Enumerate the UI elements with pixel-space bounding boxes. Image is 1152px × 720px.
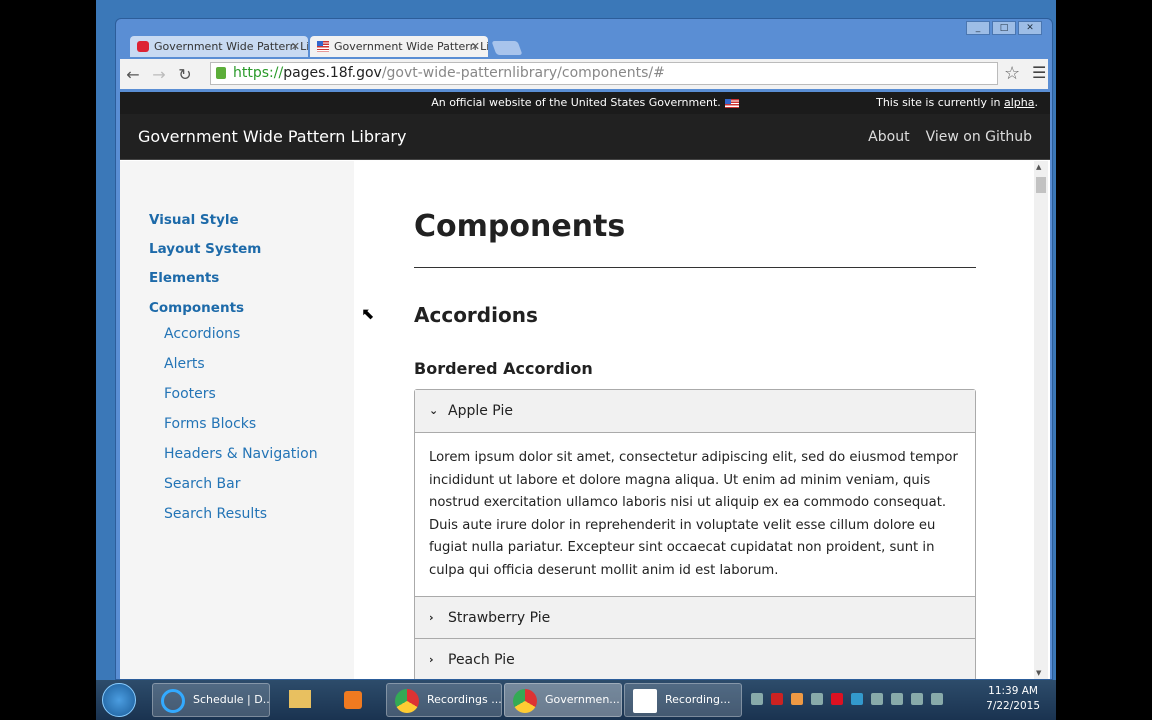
taskbar-item-camtasia[interactable]: Recording... [624, 683, 742, 717]
url-path: /govt-wide-patternlibrary/components/# [381, 65, 665, 81]
sidebar-subitem-footers[interactable]: Footers [164, 386, 216, 402]
url-host: pages.18f.gov [283, 65, 382, 81]
sidebar: Visual Style Layout System Elements Comp… [120, 161, 354, 679]
media-player-icon[interactable] [336, 683, 370, 717]
status-suffix: . [1034, 96, 1039, 109]
minimize-button[interactable]: _ [966, 21, 990, 35]
taskbar-label: Schedule | D... [193, 693, 270, 706]
accordion-button-apple-pie[interactable]: ⌄ Apple Pie [415, 390, 975, 432]
subsection-heading: Bordered Accordion [414, 359, 593, 378]
tray-icon[interactable] [811, 693, 823, 705]
lock-icon [216, 67, 226, 79]
sidebar-subitem-headers-navigation[interactable]: Headers & Navigation [164, 446, 318, 462]
close-tab-icon[interactable]: ✕ [291, 36, 300, 57]
taskbar-item-ie[interactable]: Schedule | D... [152, 683, 270, 717]
mouse-cursor-icon: ⬉ [361, 304, 375, 323]
chevron-right-icon: › [429, 653, 434, 666]
chevron-right-icon: › [429, 611, 434, 624]
sidebar-subitem-forms-blocks[interactable]: Forms Blocks [164, 416, 256, 432]
maximize-button[interactable]: □ [992, 21, 1016, 35]
taskbar-label: Recording... [665, 693, 731, 706]
us-flag-icon [317, 41, 329, 52]
accordion-label: Apple Pie [448, 403, 513, 419]
chevron-down-icon: ⌄ [429, 404, 439, 417]
github-link[interactable]: View on Github [926, 129, 1032, 145]
taskbar: Schedule | D... Recordings ... Governmen… [96, 680, 1056, 720]
alpha-link[interactable]: alpha [1004, 96, 1035, 109]
chrome-icon [395, 689, 419, 713]
tab-title: Government Wide Pattern Library [334, 40, 488, 53]
accordion-content: Lorem ipsum dolor sit amet, consectetur … [415, 432, 975, 596]
network-icon[interactable] [911, 693, 923, 705]
site-title[interactable]: Government Wide Pattern Library [138, 127, 406, 146]
about-link[interactable]: About [868, 129, 909, 145]
gov-banner: An official website of the United States… [120, 92, 1050, 114]
site-header: Government Wide Pattern Library About Vi… [120, 114, 1050, 160]
chrome-icon [513, 689, 537, 713]
web-page: An official website of the United States… [120, 92, 1050, 679]
divider [414, 267, 976, 268]
address-bar[interactable]: https://pages.18f.gov/govt-wide-patternl… [210, 62, 998, 85]
close-button[interactable]: ✕ [1018, 21, 1042, 35]
official-text: An official website of the United States… [431, 96, 721, 109]
sidebar-item-components[interactable]: Components [149, 300, 244, 316]
tray-icon[interactable] [891, 693, 903, 705]
ie-icon [161, 689, 185, 713]
clock[interactable]: 11:39 AM 7/22/2015 [986, 684, 1040, 714]
reload-icon[interactable]: ↻ [172, 65, 198, 84]
accordion-button-strawberry-pie[interactable]: › Strawberry Pie [415, 596, 975, 638]
sidebar-item-visual-style[interactable]: Visual Style [149, 212, 239, 228]
sidebar-item-layout-system[interactable]: Layout System [149, 241, 261, 257]
tab-inactive[interactable]: Government Wide Pattern Library ✕ [130, 36, 308, 57]
camtasia-icon [633, 689, 657, 713]
tray-icon[interactable] [831, 693, 843, 705]
tab-active[interactable]: Government Wide Pattern Library ✕ [310, 36, 488, 57]
sidebar-subitem-search-results[interactable]: Search Results [164, 506, 267, 522]
favicon-icon [137, 41, 149, 52]
volume-icon[interactable] [931, 693, 943, 705]
clock-time: 11:39 AM [988, 685, 1038, 697]
status-text: This site is currently in [876, 96, 1004, 109]
back-icon[interactable]: ← [120, 65, 146, 84]
browser-window: _ □ ✕ Government Wide Pattern Library ✕ … [115, 18, 1053, 680]
bordered-accordion: ⌄ Apple Pie Lorem ipsum dolor sit amet, c… [414, 389, 976, 679]
menu-icon[interactable]: ☰ [1032, 63, 1046, 82]
new-tab-button[interactable] [491, 41, 523, 55]
system-tray [751, 693, 943, 705]
scrollbar-thumb[interactable] [1036, 177, 1046, 193]
tray-icon[interactable] [751, 693, 763, 705]
tray-icon[interactable] [771, 693, 783, 705]
taskbar-item-chrome-recordings[interactable]: Recordings ... [386, 683, 502, 717]
sidebar-subitem-alerts[interactable]: Alerts [164, 356, 205, 372]
taskbar-label: Governmen... [545, 693, 620, 706]
page-title: Components [414, 209, 626, 244]
url-scheme: https:// [233, 65, 284, 81]
tray-icon[interactable] [851, 693, 863, 705]
section-heading: Accordions [414, 303, 538, 327]
scroll-up-icon[interactable]: ▲ [1036, 163, 1041, 171]
scroll-down-icon[interactable]: ▼ [1036, 669, 1041, 677]
start-button[interactable] [102, 683, 136, 717]
forward-icon[interactable]: → [146, 65, 172, 84]
close-tab-icon[interactable]: ✕ [471, 36, 480, 57]
clock-date: 7/22/2015 [986, 700, 1040, 712]
browser-toolbar: ← → ↻ https://pages.18f.gov/govt-wide-pa… [120, 59, 1048, 89]
sidebar-subitem-accordions[interactable]: Accordions [164, 326, 240, 342]
accordion-label: Strawberry Pie [448, 610, 551, 626]
accordion-label: Peach Pie [448, 652, 515, 668]
bluetooth-icon[interactable] [871, 693, 883, 705]
sidebar-subitem-search-bar[interactable]: Search Bar [164, 476, 241, 492]
alpha-status: This site is currently in alpha. [876, 92, 1038, 114]
us-flag-icon [724, 98, 739, 108]
window-controls: _ □ ✕ [966, 21, 1042, 35]
taskbar-label: Recordings ... [427, 693, 502, 706]
tab-title: Government Wide Pattern Library [154, 40, 308, 53]
bookmark-star-icon[interactable]: ☆ [1004, 63, 1020, 84]
tray-icon[interactable] [791, 693, 803, 705]
taskbar-item-chrome-government[interactable]: Governmen... [504, 683, 622, 717]
explorer-icon[interactable] [282, 683, 316, 717]
sidebar-item-elements[interactable]: Elements [149, 270, 219, 286]
accordion-button-peach-pie[interactable]: › Peach Pie [415, 638, 975, 679]
vertical-scrollbar[interactable]: ▲ ▼ [1034, 161, 1048, 679]
